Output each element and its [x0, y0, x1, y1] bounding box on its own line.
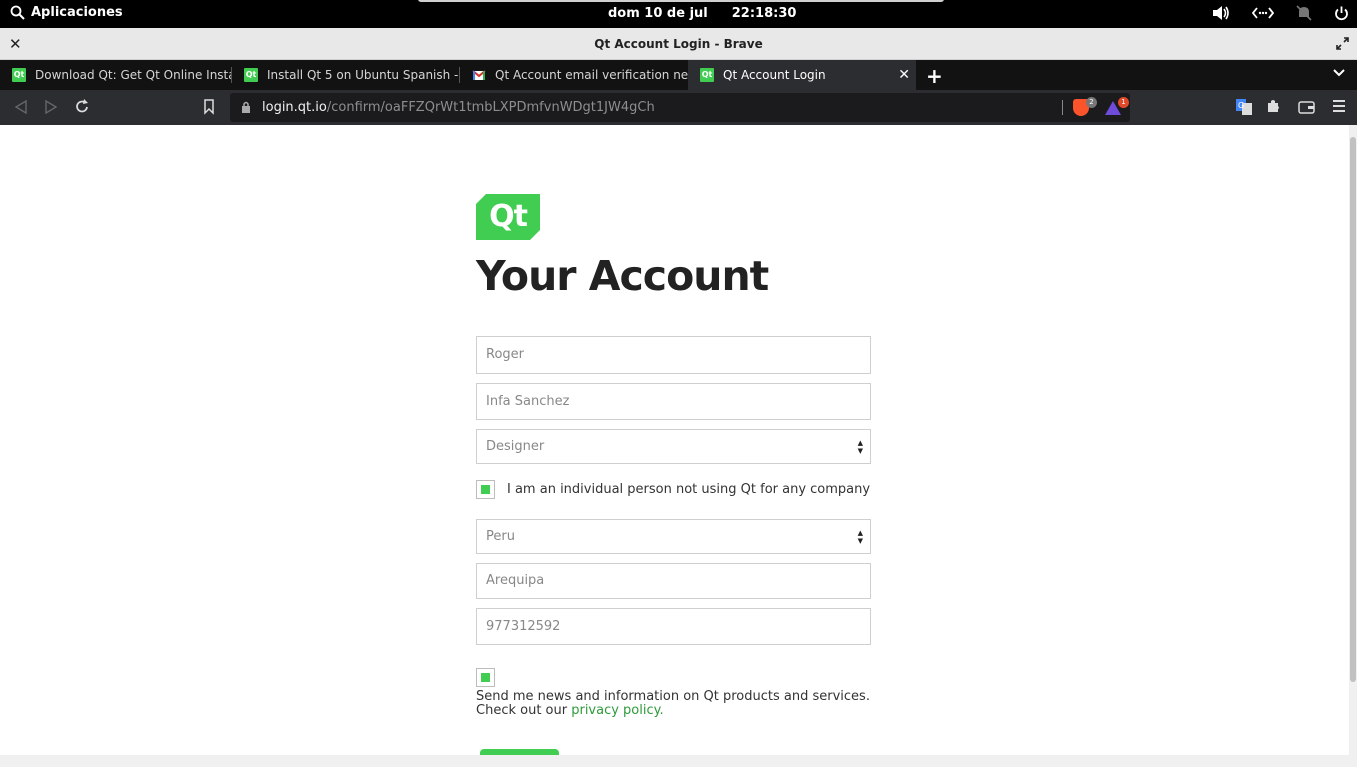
system-tray[interactable]	[1212, 5, 1349, 21]
qt-logo: Qt	[476, 194, 540, 240]
window-close-button[interactable]: ✕	[9, 28, 22, 60]
address-bar[interactable]: login.qt.io/confirm/oaFFZQrWt1tmbLXPDmfv…	[230, 93, 1130, 122]
new-tab-button[interactable]: +	[926, 64, 943, 88]
phone-value: 977312592	[486, 619, 561, 634]
tab-label: Qt Account Login	[723, 68, 826, 82]
role-select[interactable]: Designer ▲ ▼	[476, 429, 871, 464]
tab-label: Download Qt: Get Qt Online Installer	[35, 68, 232, 82]
first-name-value: Roger	[486, 347, 524, 362]
country-value: Peru	[486, 529, 515, 544]
translate-icon[interactable]: G	[1236, 99, 1252, 115]
page-title: Your Account	[476, 252, 769, 300]
tab-label: Qt Account email verification neede	[495, 68, 688, 82]
newsletter-text: Send me news and information on Qt produ…	[476, 690, 876, 718]
gmail-favicon-icon	[472, 70, 486, 80]
qt-favicon-icon: Qt	[12, 68, 26, 82]
tab-label: Install Qt 5 on Ubuntu Spanish - Qt W	[267, 68, 460, 82]
lock-icon[interactable]	[241, 101, 251, 114]
tab-close-icon[interactable]: ✕	[898, 67, 910, 83]
extensions-icon[interactable]	[1266, 99, 1281, 114]
role-value: Designer	[486, 439, 545, 454]
maximize-icon[interactable]	[1336, 37, 1349, 50]
browser-toolbar: login.qt.io/confirm/oaFFZQrWt1tmbLXPDmfv…	[0, 90, 1357, 125]
checkbox-checked-mark	[481, 673, 490, 682]
address-divider	[1062, 100, 1063, 115]
chevron-down-icon[interactable]	[1333, 68, 1345, 78]
city-field[interactable]: Arequipa	[476, 563, 871, 599]
newsletter-checkbox[interactable]	[476, 668, 495, 687]
bookmark-icon[interactable]	[203, 99, 215, 115]
clock-date: dom 10 de jul	[608, 6, 708, 21]
system-top-bar: Aplicaciones dom 10 de jul 22:18:30	[0, 0, 1357, 28]
reload-icon[interactable]	[74, 99, 90, 115]
page-content: Qt Your Account Roger Infa Sanchez Desig…	[0, 125, 1349, 755]
tab-install-qt[interactable]: Qt Install Qt 5 on Ubuntu Spanish - Qt W	[232, 60, 460, 90]
power-icon[interactable]	[1334, 6, 1349, 21]
select-arrows-icon: ▲ ▼	[857, 439, 863, 455]
last-name-value: Infa Sanchez	[486, 394, 570, 409]
last-name-field[interactable]: Infa Sanchez	[476, 383, 871, 420]
tab-strip: Qt Download Qt: Get Qt Online Installer …	[0, 60, 1357, 90]
first-name-field[interactable]: Roger	[476, 336, 871, 374]
applications-label: Aplicaciones	[31, 5, 123, 20]
url-path: /confirm/oaFFZQrWt1tmbLXPDmfvnWDgt1JW4gC…	[326, 100, 655, 115]
select-arrows-icon: ▲ ▼	[857, 529, 863, 545]
vertical-scrollbar[interactable]	[1349, 125, 1357, 755]
applications-menu[interactable]: Aplicaciones	[10, 5, 123, 20]
horizontal-scrollbar[interactable]	[0, 755, 1357, 767]
tab-qt-account-login[interactable]: Qt Qt Account Login ✕	[688, 60, 916, 90]
shields-count-badge: 2	[1086, 97, 1097, 108]
country-select[interactable]: Peru ▲ ▼	[476, 519, 871, 554]
forward-icon[interactable]	[44, 99, 58, 115]
clock[interactable]: dom 10 de jul 22:18:30	[608, 6, 820, 21]
tab-download-qt[interactable]: Qt Download Qt: Get Qt Online Installer	[0, 60, 232, 90]
phone-field[interactable]: 977312592	[476, 608, 871, 645]
window-title-bar: ✕ Qt Account Login - Brave	[0, 28, 1357, 60]
privacy-policy-link[interactable]: privacy policy	[571, 703, 659, 718]
newsletter-label: Send me news and information on Qt produ…	[476, 689, 870, 718]
rewards-count-badge: 1	[1118, 97, 1129, 108]
volume-icon[interactable]	[1212, 5, 1230, 21]
search-icon	[10, 5, 25, 20]
tab-gmail-verification[interactable]: Qt Account email verification neede	[460, 60, 688, 90]
qt-favicon-icon: Qt	[700, 68, 714, 82]
wallet-icon[interactable]	[1298, 99, 1315, 114]
individual-label: I am an individual person not using Qt f…	[507, 482, 871, 497]
menu-icon[interactable]	[1333, 99, 1345, 113]
network-icon[interactable]	[1252, 6, 1274, 20]
city-value: Arequipa	[486, 573, 545, 588]
qt-favicon-icon: Qt	[244, 68, 258, 82]
back-icon[interactable]	[14, 99, 28, 115]
checkbox-checked-mark	[481, 485, 490, 494]
notifications-off-icon[interactable]	[1296, 5, 1312, 21]
newsletter-end: .	[659, 703, 664, 718]
window-title: Qt Account Login - Brave	[594, 37, 763, 51]
window-drag-indicator	[418, 0, 944, 2]
individual-checkbox[interactable]	[476, 480, 495, 499]
clock-time: 22:18:30	[731, 6, 797, 21]
url-host: login.qt.io	[262, 100, 327, 115]
svg-text:G: G	[1238, 101, 1244, 110]
scrollbar-thumb[interactable]	[1350, 137, 1356, 682]
